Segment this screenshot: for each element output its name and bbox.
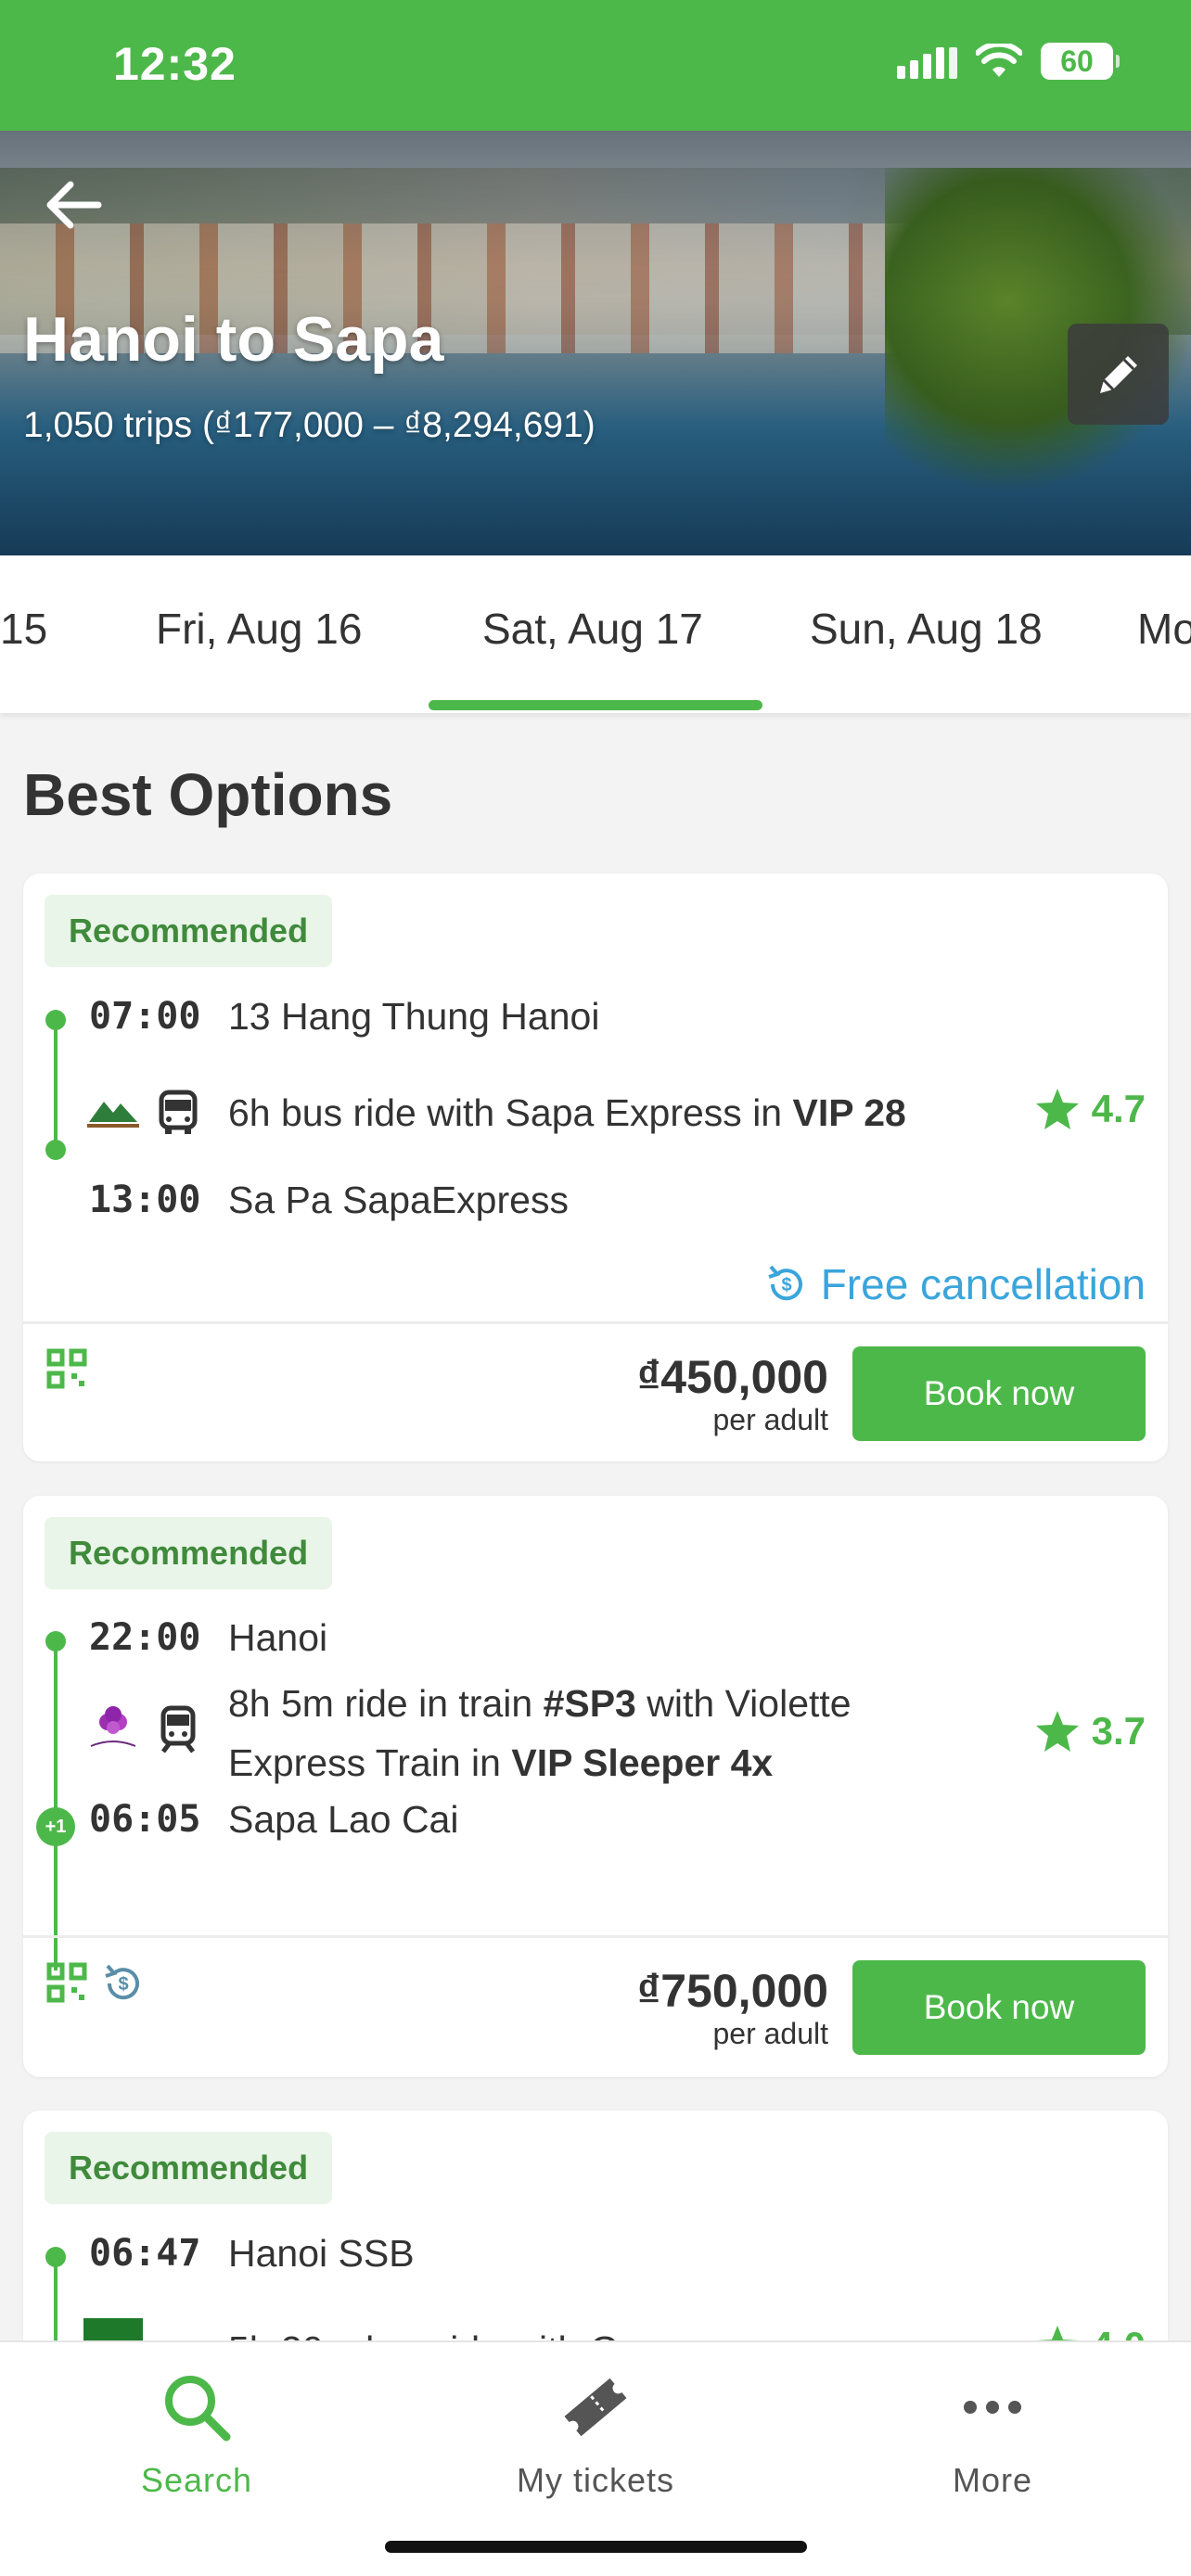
search-icon	[165, 2376, 231, 2442]
tab-date-15[interactable]: 15	[0, 604, 47, 654]
nav-more[interactable]: More	[853, 2370, 1132, 2500]
recommended-badge: Recommended	[45, 2132, 333, 2204]
operator-rating: 3.7	[1034, 1709, 1146, 1753]
departure-time: 22:00	[89, 1616, 201, 1659]
nav-search-label: Search	[140, 2461, 253, 2499]
refund-icon: $	[105, 1964, 139, 2000]
status-bar: 12:32 60	[0, 0, 1191, 131]
trip-card[interactable]: Recommended +1 22:00 Hanoi 8h 5m ride in…	[23, 1496, 1168, 2077]
ride-description: 6h bus ride with Sapa Express in VIP 28	[228, 1091, 906, 1134]
ride-description: 8h 5m ride in train #SP3 with Violette E…	[228, 1682, 852, 1784]
train-icon	[160, 1705, 196, 1753]
operator-rating: 4.7	[1034, 1087, 1146, 1131]
route-title: Hanoi to Sapa	[23, 304, 444, 375]
price: ₫450,000	[636, 1351, 828, 1403]
star-icon	[1035, 1711, 1079, 1752]
departure-place: Hanoi SSB	[228, 2232, 415, 2275]
next-day-indicator: +1	[36, 1807, 75, 1846]
edit-search-button[interactable]	[1068, 324, 1169, 425]
arrival-place: Sa Pa SapaExpress	[228, 1179, 569, 1221]
violette-express-logo	[90, 1706, 136, 1747]
pencil-icon	[1099, 355, 1137, 393]
departure-time: 07:00	[89, 995, 201, 1038]
tab-date-sat-aug-17[interactable]: Sat, Aug 17	[482, 604, 703, 654]
price-block: ₫450,000 per adult	[637, 1351, 828, 1437]
qr-code-icon	[46, 1962, 87, 2003]
back-arrow-icon	[46, 181, 102, 229]
selected-date-indicator	[429, 700, 762, 710]
ticket-icon	[564, 2378, 627, 2437]
price-unit: per adult	[712, 1403, 828, 1436]
status-time: 12:32	[113, 38, 237, 90]
tab-date-sun-aug-18[interactable]: Sun, Aug 18	[810, 604, 1043, 654]
battery-icon: 60	[1041, 43, 1120, 80]
nav-search[interactable]: Search	[58, 2370, 336, 2500]
book-now-button[interactable]: Book now	[852, 1960, 1146, 2055]
tab-date-fri-aug-16[interactable]: Fri, Aug 16	[156, 604, 362, 654]
departure-place: 13 Hang Thung Hanoi	[228, 995, 600, 1038]
recommended-badge: Recommended	[45, 895, 333, 967]
home-indicator[interactable]	[385, 2541, 807, 2553]
nav-my-tickets[interactable]: My tickets	[456, 2370, 735, 2500]
price-unit: per adult	[712, 2017, 828, 2050]
bus-icon	[159, 1090, 198, 1134]
qr-code-icon	[46, 1348, 87, 1389]
trip-card[interactable]: Recommended 07:00 13 Hang Thung Hanoi 6h…	[23, 874, 1168, 1461]
wifi-icon	[976, 44, 1022, 77]
price: ₫750,000	[636, 1965, 828, 2017]
arrival-place: Sapa Lao Cai	[228, 1798, 459, 1841]
refund-icon: $	[768, 1265, 802, 1301]
departure-time: 06:47	[89, 2232, 201, 2275]
arrival-time: 13:00	[89, 1179, 201, 1221]
back-button[interactable]	[37, 168, 111, 242]
svg-text:$: $	[781, 1275, 791, 1295]
route-summary: 1,050 trips (₫177,000 – ₫8,294,691)	[23, 405, 596, 445]
book-now-button[interactable]: Book now	[852, 1346, 1146, 1441]
cellular-signal-icon	[897, 44, 957, 79]
svg-text:$: $	[118, 1974, 128, 1995]
price-block: ₫750,000 per adult	[637, 1965, 828, 2051]
section-title: Best Options	[23, 761, 393, 828]
route-hero: Hanoi to Sapa 1,050 trips (₫177,000 – ₫8…	[0, 131, 1191, 555]
free-cancellation: $ Free cancellation	[765, 1259, 1146, 1309]
tab-date-mon[interactable]: Mo	[1137, 604, 1191, 654]
status-icons: 60	[897, 43, 1120, 80]
date-tabs: 15 Fri, Aug 16 Sat, Aug 17 Sun, Aug 18 M…	[0, 555, 1191, 713]
more-icon	[964, 2401, 1021, 2414]
recommended-badge: Recommended	[45, 1517, 333, 1589]
arrival-time: 06:05	[89, 1798, 201, 1841]
star-icon	[1035, 1089, 1079, 1129]
nav-my-tickets-label: My tickets	[516, 2461, 674, 2499]
sapa-express-logo	[87, 1102, 139, 1128]
nav-more-label: More	[952, 2461, 1033, 2499]
departure-place: Hanoi	[228, 1616, 328, 1659]
